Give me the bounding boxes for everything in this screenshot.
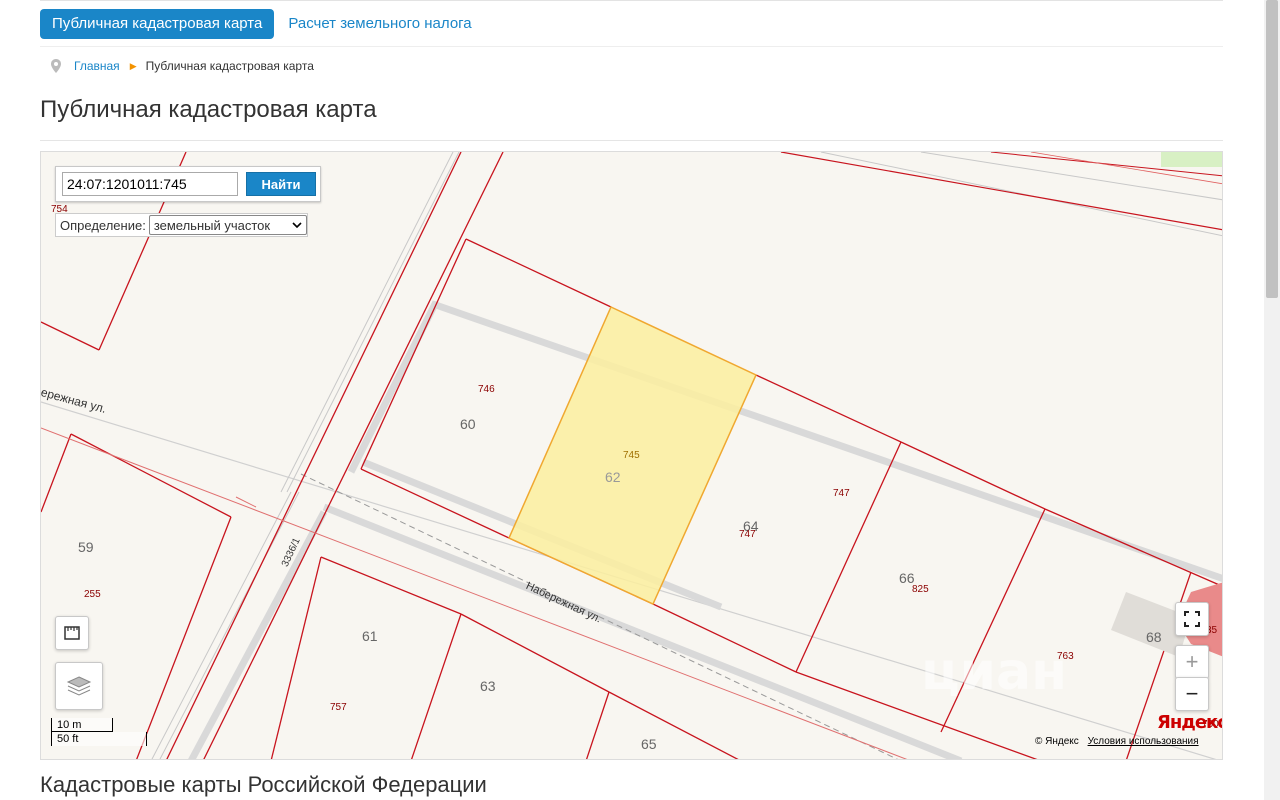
zoom-out-button[interactable]: − [1175,677,1209,711]
title-divider [40,140,1223,141]
parcel-number-61: 61 [362,628,378,644]
parcel-number-59: 59 [78,539,94,555]
fullscreen-button[interactable] [1175,602,1209,636]
cadastral-number: 757 [330,702,347,713]
cadastral-number: 745 [623,450,640,461]
location-pin-icon [51,59,61,73]
breadcrumb: Главная ▶ Публичная кадастровая карта [50,58,314,74]
definition-select[interactable]: земельный участок [148,215,307,235]
breadcrumb-arrow-icon: ▶ [129,60,137,71]
zoom-in-button[interactable]: + [1175,645,1209,679]
tab-cadastral-map[interactable]: Публичная кадастровая карта [40,9,275,39]
cadastral-number: 746 [478,384,495,395]
ruler-button[interactable] [55,616,89,650]
fullscreen-icon [1184,611,1200,627]
breadcrumb-home-link[interactable]: Главная [74,59,120,73]
parcel-number-63: 63 [480,678,496,694]
parcel-number-62: 62 [605,469,621,485]
section-heading: Кадастровые карты Российской Федерации [40,772,487,797]
parcel-number-65: 65 [641,736,657,752]
page-title: Публичная кадастровая карта [40,96,377,123]
terms-link[interactable]: Условия использования [1088,736,1199,747]
definition-selected-value: земельный участок [153,217,271,233]
chevron-down-icon [292,222,302,228]
cadastral-number: 825 [912,584,929,595]
scale-imperial: 50 ft [51,732,147,746]
tab-bar: Публичная кадастровая карта Расчет земел… [40,9,472,39]
tab-land-tax[interactable]: Расчет земельного налога [288,9,471,39]
layers-icon [66,676,92,696]
cadastral-map[interactable]: ережная ул. Набережная ул. 3336/1 60 62 … [40,151,1223,760]
cadastral-number: 747 [833,488,850,499]
parcel-number-60: 60 [460,416,476,432]
cadastral-number-input[interactable] [62,172,238,196]
map-attribution: © Яндекс Условия использования [1035,736,1199,747]
scrollbar-thumb[interactable] [1266,0,1278,298]
definition-row: Определение: земельный участок [55,213,308,237]
cadastral-number: 747 [739,529,756,540]
top-divider [40,0,1223,1]
copyright-text: © Яндекс [1035,736,1079,747]
layers-button[interactable] [55,662,103,710]
green-area [1161,152,1222,167]
watermark-logo: циан [921,642,1067,702]
tabs-divider [40,46,1223,47]
find-button[interactable]: Найти [246,172,316,196]
cadastral-number: 255 [84,589,101,600]
parcel-number-68: 68 [1146,629,1162,645]
search-panel: Найти [55,166,321,202]
breadcrumb-current: Публичная кадастровая карта [145,59,314,73]
yandex-logo[interactable]: Яндекс [1157,712,1222,733]
definition-label: Определение: [60,217,146,233]
scale-metric: 10 m [51,718,113,732]
ruler-icon [64,626,80,640]
